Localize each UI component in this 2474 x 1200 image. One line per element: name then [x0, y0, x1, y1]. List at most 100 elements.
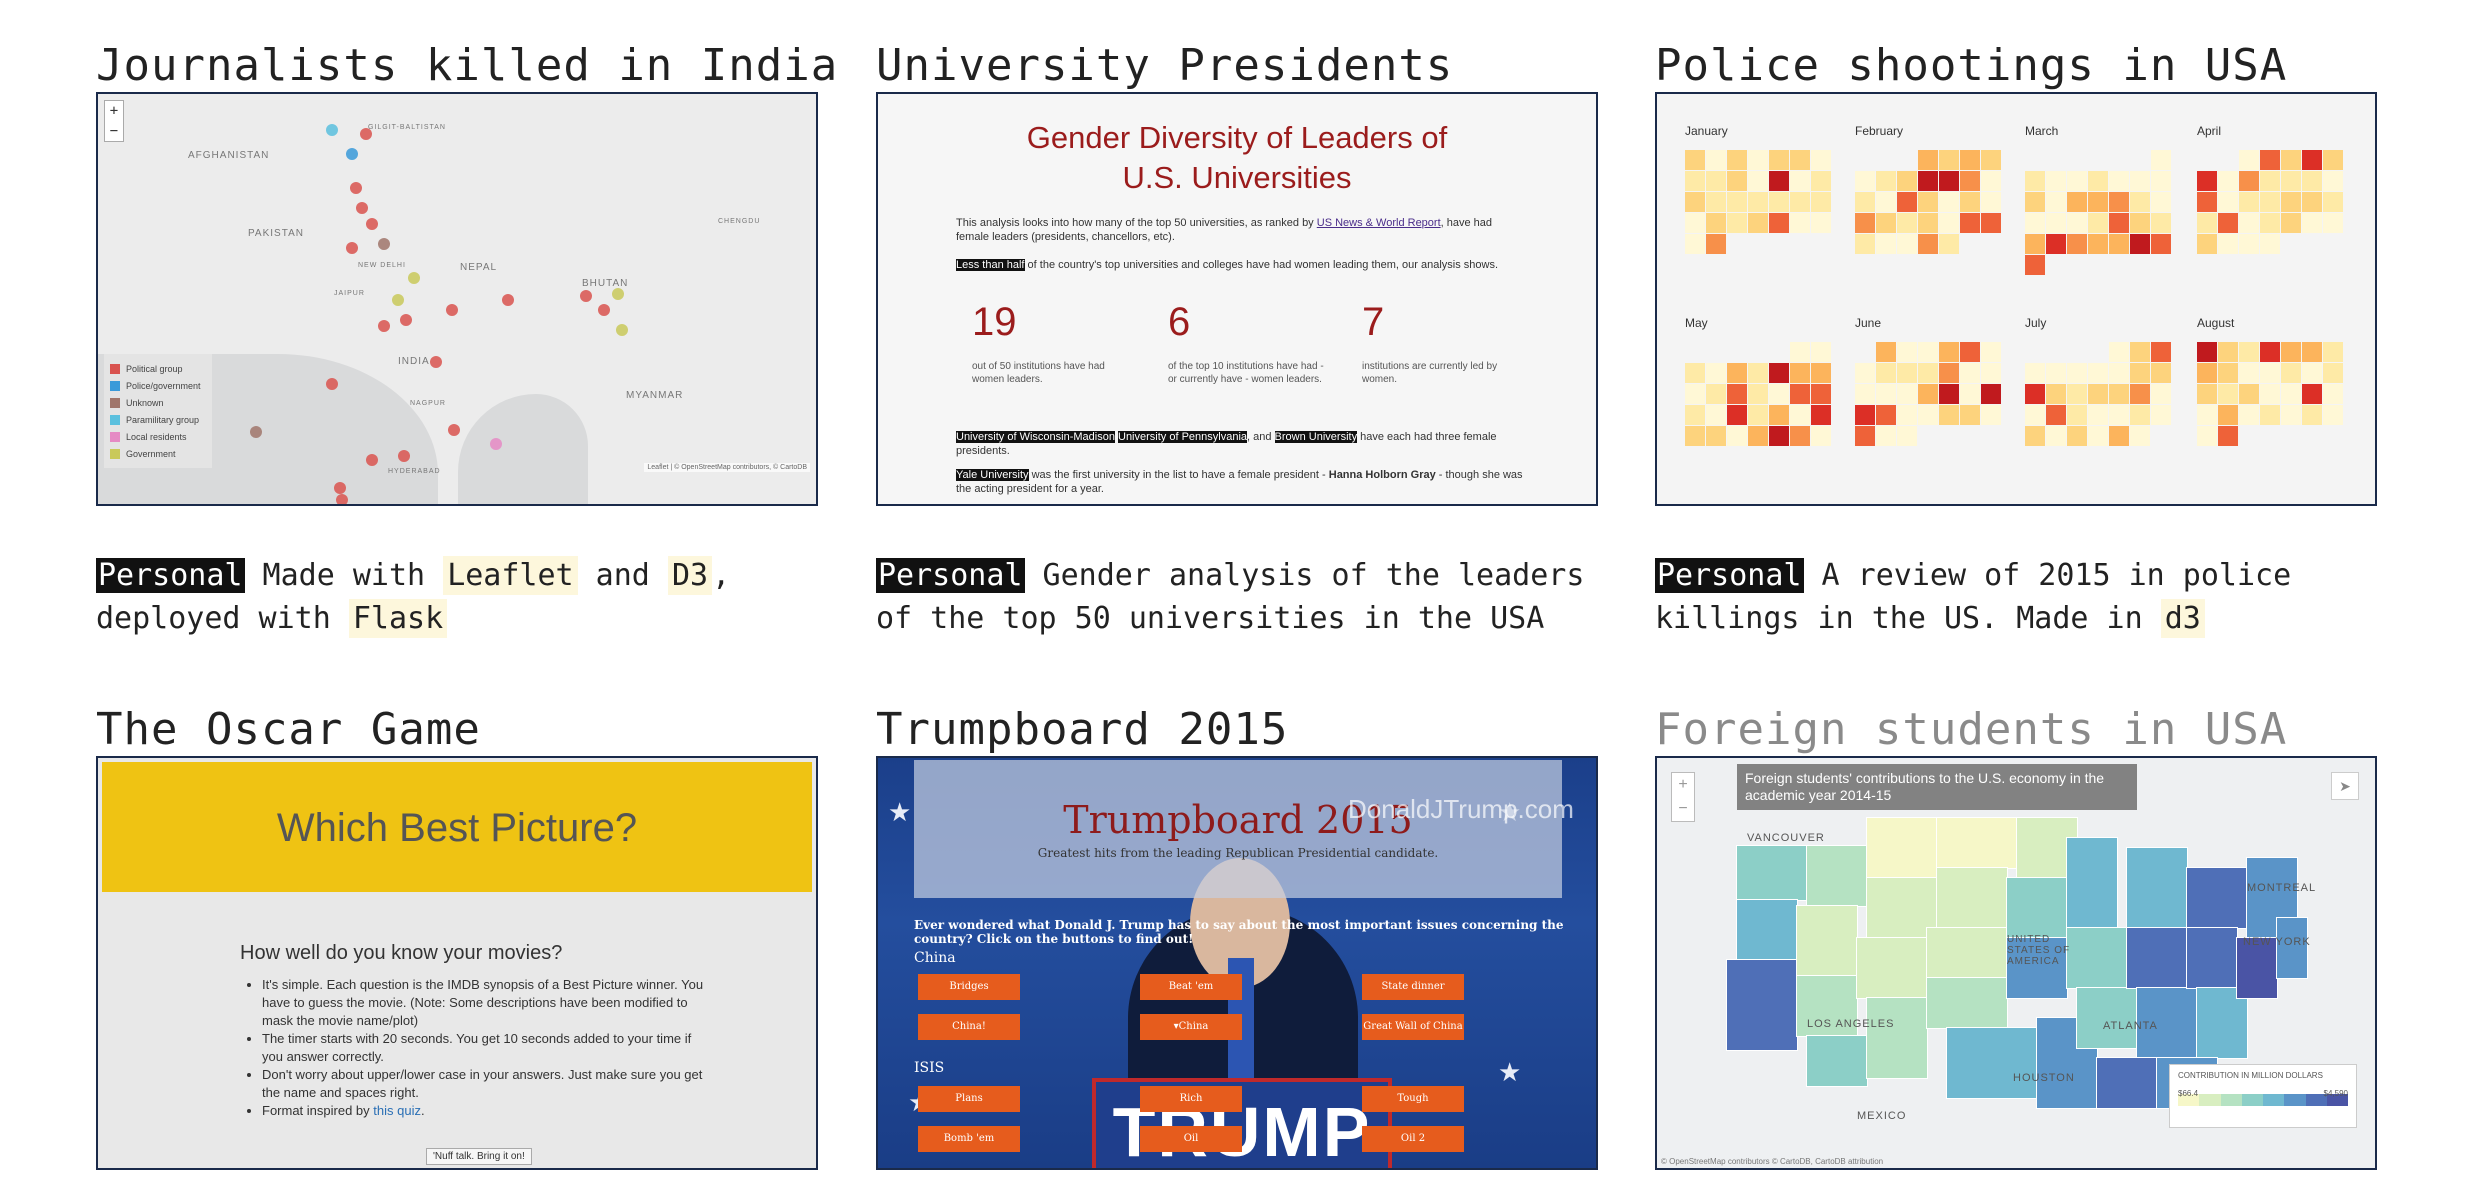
day-cell — [2323, 150, 2343, 170]
day-cell — [1918, 192, 1938, 212]
project-thumbnail[interactable]: Gender Diversity of Leaders of U.S. Unive… — [876, 92, 1598, 506]
map-label: NEW DELHI — [358, 262, 406, 269]
incident-marker — [334, 482, 346, 494]
incident-marker — [366, 454, 378, 466]
map-label: MEXICO — [1857, 1110, 1907, 1122]
state-region — [2196, 987, 2248, 1059]
project-thumbnail[interactable]: VANCOUVER UNITED STATES OF AMERICA MONTR… — [1655, 756, 2377, 1170]
day-cell — [2046, 213, 2066, 233]
incident-marker — [366, 218, 378, 230]
quiz-subheading: How well do you know your movies? — [240, 942, 563, 964]
map-title: Foreign students' contributions to the U… — [1737, 764, 2137, 810]
day-cell — [1727, 405, 1747, 425]
day-cell — [1769, 192, 1789, 212]
day-cell — [2088, 234, 2108, 254]
stat-number: 6 — [1168, 300, 1191, 344]
project-title[interactable]: Journalists killed in India — [96, 44, 837, 88]
day-cell — [2302, 405, 2322, 425]
state-region — [2066, 837, 2118, 929]
article-paragraph: This analysis looks into how many of the… — [956, 217, 1493, 243]
day-cell — [2130, 213, 2150, 233]
project-card-trumpboard: Trumpboard 2015 ★ ★ ★ ★ TRUMP Trumpboard… — [876, 708, 1598, 1170]
day-cell — [1769, 405, 1789, 425]
day-cell — [2067, 342, 2087, 362]
project-thumbnail[interactable]: January February March April May June July Augu… — [1655, 92, 2377, 506]
day-cell — [1939, 171, 1959, 191]
quiz-rules: It's simple. Each question is the IMDB s… — [246, 976, 706, 1120]
calendar-month: July — [2025, 316, 2175, 446]
tech-tag: Flask — [348, 599, 448, 638]
project-thumbnail[interactable]: Which Best Picture? How well do you know… — [96, 756, 818, 1170]
state-region — [2186, 867, 2248, 929]
section-label: China — [914, 950, 956, 966]
day-cell — [1981, 384, 2001, 404]
incident-marker — [400, 314, 412, 326]
day-cell — [1811, 405, 1831, 425]
project-thumbnail[interactable]: ★ ★ ★ ★ TRUMP Trumpboard 2015 Greatest h… — [876, 756, 1598, 1170]
day-cell — [2067, 363, 2087, 383]
day-cell — [2025, 171, 2045, 191]
day-cell — [1855, 426, 1875, 446]
map-label: VANCOUVER — [1747, 832, 1825, 844]
state-region — [1736, 845, 1808, 901]
day-cell — [2218, 342, 2238, 362]
day-cell — [2218, 426, 2238, 446]
day-cell — [1685, 384, 1705, 404]
day-cell — [1897, 384, 1917, 404]
day-cell — [2197, 405, 2217, 425]
ramp-swatch — [2220, 1094, 2242, 1106]
day-cell — [2109, 384, 2129, 404]
map-legend: CONTRIBUTION IN MILLION DOLLARS $66.4 $4… — [2169, 1064, 2357, 1128]
project-title[interactable]: Trumpboard 2015 — [876, 708, 1598, 752]
day-cell — [2323, 342, 2343, 362]
article-heading: Gender Diversity of Leaders of U.S. Unive… — [1026, 120, 1448, 195]
day-cell — [1897, 150, 1917, 170]
project-title[interactable]: Police shootings in USA — [1655, 44, 2377, 88]
day-cell — [1918, 363, 1938, 383]
soundboard-intro: Ever wondered what Donald J. Trump has t… — [914, 918, 1564, 946]
day-cell — [1706, 405, 1726, 425]
list-item: Don't worry about upper/lower case in yo… — [262, 1066, 706, 1102]
sound-button: Rich — [1140, 1086, 1242, 1112]
day-cell — [1855, 192, 1875, 212]
tech-tag: d3 — [2160, 599, 2205, 638]
day-cell — [2088, 150, 2108, 170]
incident-marker — [378, 320, 390, 332]
month-label: February — [1855, 124, 1904, 138]
state-region — [1806, 1035, 1868, 1087]
day-cell — [1790, 213, 1810, 233]
calendar-month: May — [1685, 316, 1835, 446]
day-cell — [1939, 384, 1959, 404]
day-cell — [1790, 405, 1810, 425]
day-cell — [1855, 150, 1875, 170]
day-cell — [2218, 150, 2238, 170]
project-title[interactable]: The Oscar Game — [96, 708, 818, 752]
project-title[interactable]: University Presidents — [876, 44, 1598, 88]
day-cell — [2218, 213, 2238, 233]
day-cell — [1918, 342, 1938, 362]
project-title[interactable]: Foreign students in USA — [1655, 708, 2377, 752]
day-cell — [2109, 405, 2129, 425]
tech-tag: D3 — [667, 556, 713, 595]
day-cell — [1685, 363, 1705, 383]
header-panel: Trumpboard 2015 Greatest hits from the l… — [914, 760, 1562, 898]
project-thumbnail[interactable]: + − AFGHANISTAN PAKISTAN NEPAL BHUTAN IND… — [96, 92, 818, 506]
day-cell — [1811, 171, 1831, 191]
soundboard-subtitle: Greatest hits from the leading Republica… — [1037, 846, 1439, 860]
legend-max: $4,590 — [2323, 1089, 2348, 1098]
day-cell — [2109, 234, 2129, 254]
day-cell — [2046, 150, 2066, 170]
day-cell — [1811, 342, 1831, 362]
incident-marker — [392, 294, 404, 306]
day-cell — [2151, 384, 2171, 404]
day-cell — [2067, 405, 2087, 425]
map-attribution: Leaflet | © OpenStreetMap contributors, … — [644, 463, 810, 472]
day-cell — [2239, 192, 2259, 212]
day-cell — [2130, 150, 2150, 170]
day-cell — [1685, 426, 1705, 446]
incident-marker — [326, 124, 338, 136]
day-cell — [2151, 363, 2171, 383]
day-cell — [1855, 384, 1875, 404]
day-cell — [1706, 426, 1726, 446]
day-cell — [1769, 342, 1789, 362]
